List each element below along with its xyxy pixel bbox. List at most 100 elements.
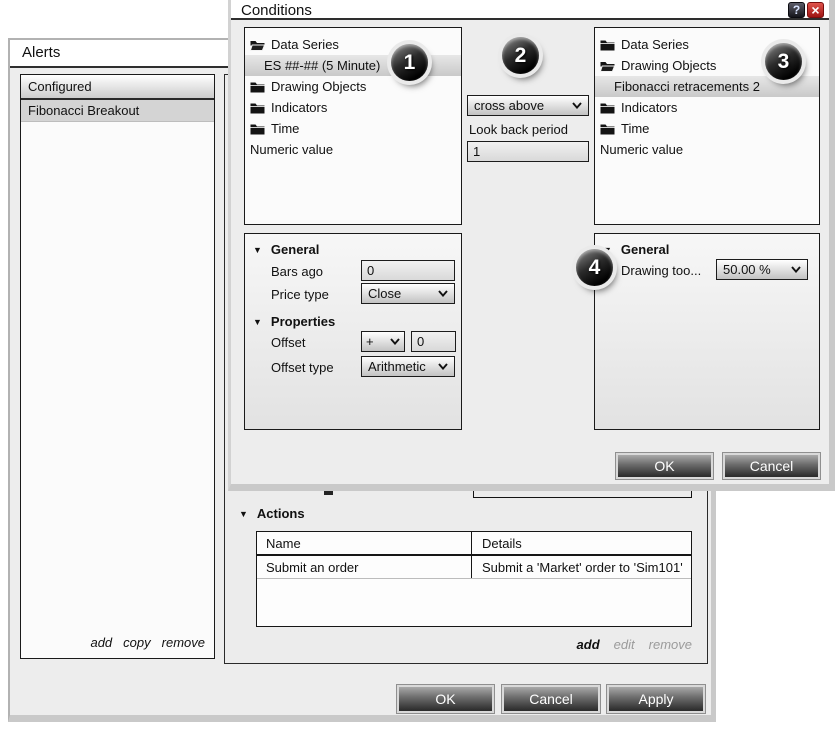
alerts-copy-link[interactable]: copy [123, 635, 150, 650]
tree-item-label: Drawing Objects [621, 58, 716, 73]
lookback-input[interactable] [467, 141, 589, 162]
drawing-tool-select[interactable]: 50.00 % [716, 259, 808, 280]
actions-col-name: Name [257, 532, 472, 554]
tree-item-data-series[interactable]: Data Series [245, 34, 461, 55]
tree-item-label: Indicators [271, 100, 327, 115]
folder-open-icon [250, 39, 265, 51]
alerts-ok-button[interactable]: OK [397, 685, 494, 713]
tree-item-label: Data Series [621, 37, 689, 52]
source-properties-panel: ▼ General Bars ago Price type Close ▼ Pr… [244, 233, 462, 430]
drawing-tool-label: Drawing too... [621, 263, 701, 278]
conditions-titlebar: Conditions ? × [231, 0, 829, 20]
offset-sign-value: + [366, 334, 374, 349]
alerts-apply-button[interactable]: Apply [607, 685, 705, 713]
tree-item-label: Fibonacci retracements 2 [614, 79, 760, 94]
drawing-tool-value: 50.00 % [723, 262, 771, 277]
conditions-cancel-button[interactable]: Cancel [723, 453, 820, 479]
tree-item-indicators[interactable]: Indicators [595, 97, 819, 118]
price-type-label: Price type [271, 287, 329, 302]
actions-remove-link: remove [649, 637, 692, 652]
operator-select[interactable]: cross above [467, 95, 589, 116]
tree-item-label: Time [621, 121, 649, 136]
tree-item-numeric-value[interactable]: Numeric value [245, 139, 461, 160]
actions-col-details: Details [472, 532, 691, 554]
folder-closed-icon [250, 123, 265, 135]
actions-section-header[interactable]: ▼ Actions [239, 506, 305, 521]
action-table-row[interactable]: Submit an order Submit a 'Market' order … [257, 556, 691, 579]
folder-closed-icon [250, 102, 265, 114]
occluded-text-fragment [324, 491, 333, 495]
alerts-add-link[interactable]: add [90, 635, 112, 650]
callout-badge-4: 4 [576, 249, 613, 286]
properties-header-label: Properties [271, 314, 335, 329]
tree-item-label: Numeric value [250, 142, 333, 157]
tree-item-label: Time [271, 121, 299, 136]
operator-value: cross above [474, 98, 544, 113]
callout-badge-3: 3 [765, 43, 802, 80]
chevron-down-icon [390, 338, 400, 345]
actions-header-label: Actions [257, 506, 305, 521]
tree-item-label: ES ##-## (5 Minute) [264, 58, 380, 73]
offset-sign-select[interactable]: + [361, 331, 405, 352]
offset-type-label: Offset type [271, 360, 334, 375]
action-details-cell: Submit a 'Market' order to 'Sim101' [472, 556, 691, 578]
callout-badge-2: 2 [502, 37, 539, 74]
alerts-window-title: Alerts [22, 44, 60, 61]
general-header-label: General [621, 242, 669, 257]
tree-item-indicators[interactable]: Indicators [245, 97, 461, 118]
chevron-down-icon [438, 363, 448, 370]
collapse-triangle-icon[interactable]: ▼ [253, 317, 262, 327]
tree-item-label: Data Series [271, 37, 339, 52]
tree-item-es-5-minute[interactable]: ES ##-## (5 Minute) [245, 55, 461, 76]
actions-edit-link: edit [614, 637, 635, 652]
collapse-triangle-icon[interactable]: ▼ [253, 245, 262, 255]
actions-table: Name Details Submit an order Submit a 'M… [256, 531, 692, 627]
action-name-cell: Submit an order [257, 556, 472, 578]
tree-item-label: Drawing Objects [271, 79, 366, 94]
target-properties-panel: ▼ General Drawing too... 50.00 % [594, 233, 820, 430]
alerts-remove-link[interactable]: remove [162, 635, 205, 650]
help-button[interactable]: ? [788, 2, 805, 18]
bars-ago-input[interactable] [361, 260, 455, 281]
folder-closed-icon [250, 81, 265, 93]
conditions-window-title: Conditions [241, 2, 312, 19]
general-section-header[interactable]: ▼ General [603, 242, 669, 257]
actions-add-link[interactable]: add [577, 637, 600, 652]
configured-list-links: add copy remove [90, 635, 205, 650]
lookback-label: Look back period [469, 122, 568, 137]
chevron-down-icon [572, 102, 582, 109]
tree-item-numeric-value[interactable]: Numeric value [595, 139, 819, 160]
callout-badge-1: 1 [391, 44, 428, 81]
tree-item-time[interactable]: Time [245, 118, 461, 139]
actions-table-header: Name Details [257, 532, 691, 556]
conditions-window: Conditions ? × Data Series ES ##-## (5 M… [228, 0, 835, 491]
bars-ago-label: Bars ago [271, 264, 323, 279]
condition-source-tree: Data Series ES ##-## (5 Minute) Drawing … [244, 27, 462, 225]
general-header-label: General [271, 242, 319, 257]
configured-list-header: Configured [21, 75, 214, 100]
chevron-down-icon [438, 290, 448, 297]
tree-item-drawing-objects[interactable]: Drawing Objects [245, 76, 461, 97]
tree-item-label: Indicators [621, 100, 677, 115]
price-type-value: Close [368, 286, 401, 301]
folder-closed-icon [600, 123, 615, 135]
properties-section-header[interactable]: ▼ Properties [253, 314, 335, 329]
folder-closed-icon [600, 102, 615, 114]
chevron-down-icon [791, 266, 801, 273]
tree-item-time[interactable]: Time [595, 118, 819, 139]
tree-item-label: Numeric value [600, 142, 683, 157]
alerts-cancel-button[interactable]: Cancel [502, 685, 600, 713]
folder-closed-icon [600, 39, 615, 51]
configured-alert-item[interactable]: Fibonacci Breakout [21, 100, 214, 122]
price-type-select[interactable]: Close [361, 283, 455, 304]
close-button[interactable]: × [807, 2, 824, 18]
actions-links: add edit remove [256, 637, 692, 652]
collapse-triangle-icon[interactable]: ▼ [239, 509, 248, 519]
offset-type-value: Arithmetic [368, 359, 426, 374]
offset-type-select[interactable]: Arithmetic [361, 356, 455, 377]
configured-alerts-list: Configured Fibonacci Breakout add copy r… [20, 74, 215, 659]
general-section-header[interactable]: ▼ General [253, 242, 319, 257]
conditions-ok-button[interactable]: OK [616, 453, 713, 479]
offset-input[interactable] [411, 331, 456, 352]
screen: Alerts Configured Fibonacci Breakout add… [0, 0, 835, 744]
